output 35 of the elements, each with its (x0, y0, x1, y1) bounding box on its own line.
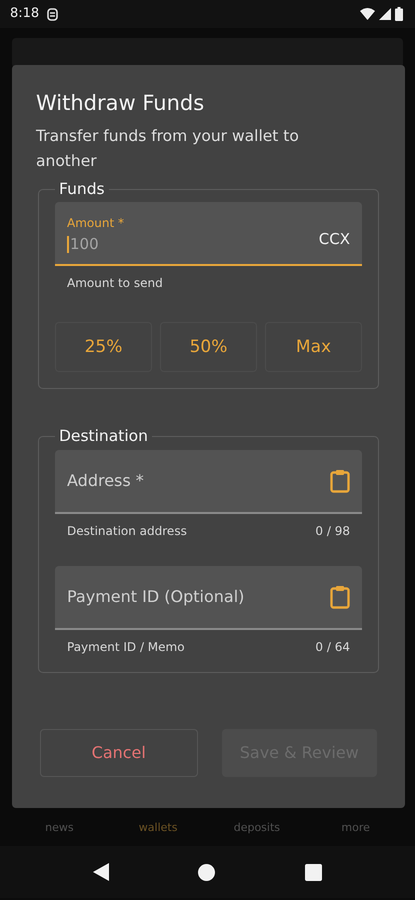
helper-text: Amount to send (66, 275, 164, 292)
field-label: Address * (67, 470, 144, 492)
nav-tab[interactable]: deposits (208, 808, 306, 846)
char-counter: 0 / 64 (315, 638, 350, 656)
percent-button[interactable]: 25% (55, 322, 152, 372)
text-field[interactable]: Address * (55, 450, 362, 514)
cancel-button[interactable]: Cancel (40, 728, 198, 777)
nav-tab[interactable]: news (10, 808, 109, 846)
amount-field[interactable]: Amount * 100 CCX (55, 202, 362, 266)
helper-text: Payment ID / Memo (67, 638, 185, 656)
recents-icon[interactable] (305, 864, 322, 880)
field-value: 100 (67, 236, 99, 253)
clipboard-icon[interactable] (330, 584, 350, 609)
signal-icon (379, 8, 391, 20)
notification-icon (47, 8, 58, 20)
back-icon[interactable] (92, 863, 109, 881)
wifi-icon (360, 8, 375, 20)
char-counter: 0 / 98 (315, 522, 350, 540)
percent-button[interactable]: Max (265, 322, 362, 372)
group-legend: Destination (55, 427, 152, 446)
helper-text: Destination address (67, 522, 187, 540)
field-label: Amount * (67, 215, 124, 232)
home-icon[interactable] (198, 864, 216, 880)
nav-tab[interactable]: wallets (108, 808, 208, 846)
percent-button[interactable]: 50% (160, 322, 257, 372)
battery-icon (395, 7, 403, 21)
dialog-subtitle: Transfer funds from your wallet to another (36, 126, 300, 172)
field-label: Payment ID (Optional) (67, 586, 244, 608)
nav-tab[interactable]: more (306, 808, 405, 846)
dialog-title: Withdraw Funds (36, 91, 206, 116)
clipboard-icon[interactable] (330, 468, 350, 493)
group-legend: Funds (55, 180, 109, 198)
status-time: 8:18 (10, 5, 40, 24)
text-field[interactable]: Payment ID (Optional) (55, 566, 362, 630)
currency-suffix: CCX (318, 228, 350, 250)
